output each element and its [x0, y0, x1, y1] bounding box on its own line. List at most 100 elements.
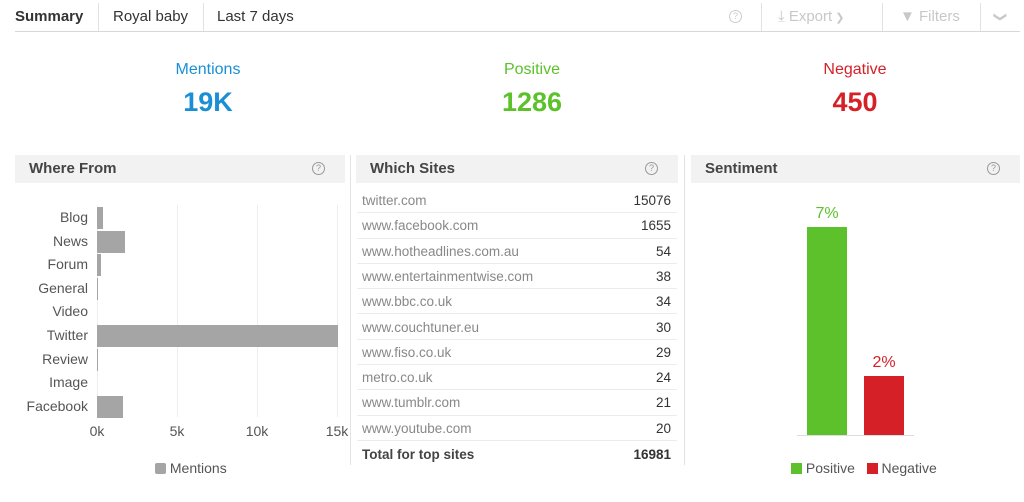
where-from-header: Where From? [15, 155, 345, 183]
panel-divider [684, 155, 685, 465]
site-name: www.entertainmentwise.com [362, 268, 534, 284]
data-label: 2% [872, 353, 896, 371]
site-name: twitter.com [362, 193, 427, 208]
site-name: www.bbc.co.uk [362, 294, 453, 310]
bar-blog [97, 207, 103, 229]
site-count: 38 [655, 268, 671, 284]
help-icon[interactable]: ? [987, 162, 1000, 175]
legend-label: Mentions [169, 460, 227, 476]
positive-value: 1286 [501, 87, 563, 117]
x-tick-label: 10k [245, 423, 269, 439]
filter-icon: ▼ [900, 8, 920, 25]
site-count: 15076 [633, 193, 671, 208]
negative-value: 450 [832, 87, 878, 117]
top-bar: Summary Royal baby Last 7 days ? ⤓ Expor… [0, 0, 1024, 33]
panel-title: Which Sites [370, 160, 456, 177]
bar-positive [807, 227, 847, 435]
table-row[interactable]: metro.co.uk 24 [357, 365, 677, 391]
help-icon[interactable]: ? [729, 10, 742, 23]
category-label: Facebook [26, 397, 88, 414]
negative-label: Negative [823, 61, 887, 78]
x-tick-label: 15k [325, 423, 349, 439]
table-row[interactable]: www.bbc.co.uk 34 [357, 289, 677, 315]
help-icon[interactable]: ? [312, 162, 325, 175]
table-row[interactable]: www.tumblr.com 21 [357, 390, 677, 416]
panel-title: Where From [29, 160, 117, 177]
more-chevron-icon[interactable]: ❯ [983, 12, 1017, 23]
site-name: www.fiso.co.uk [362, 344, 452, 360]
bar-news [97, 230, 125, 253]
bar-negative [864, 375, 904, 435]
sentiment-header: Sentiment? [691, 155, 1020, 183]
data-label: 7% [815, 205, 839, 223]
divider [882, 3, 883, 31]
filters-label: Filters [919, 8, 960, 25]
site-count: 29 [655, 344, 671, 360]
export-label: Export [788, 8, 833, 25]
category-label: Blog [59, 209, 88, 225]
divider [203, 3, 204, 32]
table-row[interactable]: www.couchtuner.eu 30 [357, 315, 677, 340]
table-row[interactable]: twitter.com 15076 [357, 188, 677, 214]
download-icon: ⤓ [778, 8, 789, 25]
site-count: 30 [655, 319, 671, 335]
table-row[interactable]: www.entertainmentwise.com 38 [357, 264, 677, 290]
total-row: Total for top sites 16981 [357, 442, 677, 467]
header-divider [15, 31, 1020, 32]
bar-twitter [97, 325, 339, 347]
category-label: Review [42, 350, 88, 367]
bar-forum [97, 254, 101, 277]
help-icon[interactable]: ? [645, 162, 658, 175]
total-value: 16981 [633, 447, 671, 462]
legend-swatch-negative [866, 463, 878, 474]
site-count: 20 [655, 420, 671, 436]
legend-label: Negative [881, 460, 937, 476]
site-name: www.facebook.com [362, 218, 479, 234]
category-label: Twitter [46, 327, 88, 343]
category-label: Forum [47, 256, 88, 273]
site-name: metro.co.uk [362, 370, 433, 386]
tab-date-range[interactable]: Last 7 days [217, 0, 294, 32]
sentiment-legend: Positive Negative [791, 460, 937, 476]
total-label: Total for top sites [362, 447, 475, 462]
bar-review [97, 348, 98, 371]
divider [98, 3, 99, 32]
site-name: www.tumblr.com [362, 395, 461, 411]
tab-royal-baby[interactable]: Royal baby [113, 0, 188, 32]
x-tick-label: 5k [169, 423, 185, 439]
site-name: www.couchtuner.eu [362, 319, 480, 335]
panel-title: Sentiment [705, 160, 778, 177]
table-row[interactable]: www.hotheadlines.com.au 54 [357, 239, 677, 264]
site-count: 1655 [640, 218, 671, 234]
bar-facebook [97, 395, 124, 418]
table-row[interactable]: www.youtube.com 20 [357, 416, 677, 441]
site-name: www.hotheadlines.com.au [362, 243, 519, 259]
gridline [257, 205, 258, 417]
table-row[interactable]: www.facebook.com 1655 [357, 213, 677, 239]
site-count: 54 [655, 243, 671, 259]
chevron-down-icon: ❯ [832, 12, 845, 24]
category-label: Image [49, 374, 88, 391]
gridline [337, 205, 338, 417]
site-name: www.youtube.com [362, 420, 472, 436]
x-tick-label: 0k [89, 423, 105, 439]
mentions-value: 19K [183, 87, 233, 117]
table-row[interactable]: www.fiso.co.uk 29 [357, 340, 677, 366]
mentions-label: Mentions [175, 61, 241, 78]
legend-swatch [155, 463, 166, 474]
filters-button[interactable]: ▼ Filters [900, 0, 960, 34]
tab-summary[interactable]: Summary [15, 0, 83, 32]
which-sites-header: Which Sites? [356, 155, 678, 183]
category-label: News [52, 232, 88, 249]
site-count: 34 [655, 294, 671, 310]
positive-label: Positive [503, 61, 561, 78]
export-button[interactable]: ⤓ Export ❯ [778, 0, 844, 35]
legend-label: Positive [805, 460, 855, 476]
divider [761, 3, 762, 31]
site-count: 24 [655, 370, 671, 386]
divider [980, 3, 981, 31]
chart-legend: Mentions [155, 460, 227, 476]
bar-general [97, 277, 98, 300]
site-count: 21 [655, 395, 671, 411]
category-label: General [38, 279, 88, 296]
